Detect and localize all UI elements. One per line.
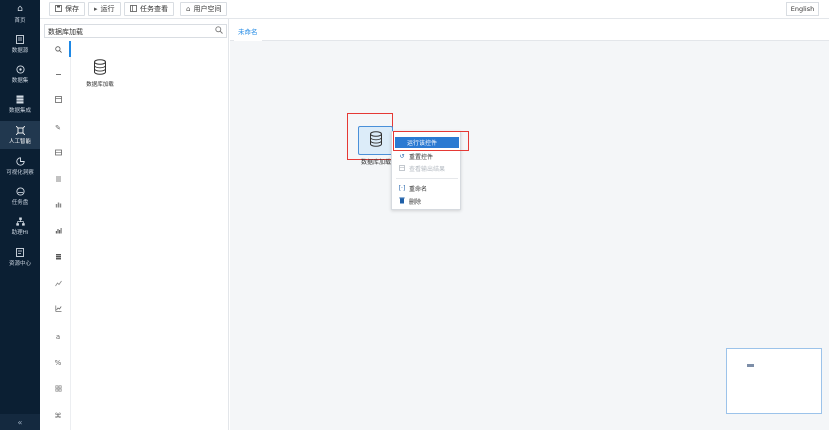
canvas-node-label: 数据库加载: [361, 159, 392, 166]
tab-untitled[interactable]: 未命名: [234, 24, 262, 41]
save-label: 保存: [65, 5, 79, 13]
category-search-icon[interactable]: [52, 46, 64, 56]
component-panel: 数据库加载 ✎ a % ⌘ 数据库加载: [40, 19, 229, 430]
main-nav-sidebar: ⌂ 首页 数据源 数据集 数据集成 人工智能 可视化洞察 任务盘 助理Hi 资源…: [0, 0, 40, 430]
nav-item-dataset[interactable]: 数据集: [0, 60, 40, 88]
tasks-view-button[interactable]: 任务查看: [124, 2, 174, 16]
menu-item-label: 重置控件: [409, 154, 434, 161]
component-database-load[interactable]: 数据库加载: [83, 59, 117, 101]
home-icon: ⌂: [17, 4, 23, 14]
category-grid-icon[interactable]: [52, 149, 64, 159]
category-percent-icon[interactable]: %: [52, 358, 64, 368]
category-histogram-icon[interactable]: [52, 227, 64, 237]
component-label: 数据库加载: [86, 82, 114, 88]
language-toggle-button[interactable]: English: [786, 2, 819, 16]
list-icon: [130, 4, 137, 14]
tasks-view-label: 任务查看: [140, 5, 168, 13]
menu-item-label: 删除: [409, 199, 422, 206]
menu-item-label: 查看输出结果: [409, 166, 446, 173]
nav-item-integration[interactable]: 数据集成: [0, 90, 40, 118]
user-space-button[interactable]: ⌂ 用户空间: [180, 2, 228, 16]
search-value: 数据库加载: [48, 28, 83, 36]
menu-item-reset-control[interactable]: ↺ 重置控件: [395, 151, 459, 162]
nav-item-assistant[interactable]: 助理Hi: [0, 212, 40, 240]
stack-icon: [14, 94, 26, 104]
nav-item-resource-center[interactable]: 资源中心: [0, 243, 40, 271]
database-icon: [369, 131, 383, 150]
category-module-icon[interactable]: [52, 385, 64, 395]
output-icon: [398, 164, 406, 173]
home-icon: ⌂: [186, 5, 191, 13]
ai-icon: [14, 125, 26, 135]
nav-item-label: 任务盘: [11, 200, 29, 206]
menu-item-delete[interactable]: 删除: [395, 196, 459, 207]
nav-item-label: 数据集成: [8, 108, 31, 114]
canvas-minimap[interactable]: [726, 348, 822, 414]
nav-item-label: 首页: [14, 18, 26, 24]
collapse-icon: «: [17, 417, 23, 427]
nav-item-visual-insight[interactable]: 可视化洞察: [0, 152, 40, 180]
chart-icon: [14, 156, 26, 166]
run-button[interactable]: ▸ 运行: [88, 2, 121, 16]
play-icon: ▸: [94, 5, 98, 13]
nav-item-datasource[interactable]: 数据源: [0, 30, 40, 58]
nav-collapse-button[interactable]: «: [0, 414, 40, 430]
save-button[interactable]: 保存: [49, 2, 85, 16]
category-table-icon[interactable]: [52, 96, 64, 106]
database-icon: [93, 59, 107, 78]
category-nodes-icon[interactable]: ⌘: [52, 411, 64, 421]
resource-icon: [14, 247, 26, 257]
menu-divider: [396, 178, 458, 179]
component-search-input[interactable]: 数据库加载: [44, 24, 227, 38]
nav-item-home[interactable]: ⌂ 首页: [0, 0, 40, 28]
nav-item-label: 资源中心: [8, 261, 31, 267]
search-icon[interactable]: [215, 26, 223, 36]
category-trend-icon[interactable]: [52, 305, 64, 315]
nav-item-label: 人工智能: [8, 139, 31, 145]
minimap-node-marker: [747, 364, 754, 367]
run-label: 运行: [100, 5, 115, 13]
menu-item-view-output: 查看输出结果: [395, 163, 459, 174]
nav-item-label: 助理Hi: [11, 230, 29, 236]
menu-item-label: 重命名: [409, 186, 428, 193]
top-toolbar: 保存 ▸ 运行 任务查看 ⌂ 用户空间 English: [40, 0, 829, 19]
canvas-node-database-load[interactable]: [358, 126, 393, 155]
nav-item-label: 数据集: [11, 78, 29, 84]
file-icon: [14, 34, 26, 44]
category-dash-icon[interactable]: [52, 71, 64, 81]
menu-item-rename[interactable]: [·] 重命名: [395, 183, 459, 194]
nav-item-label: 可视化洞察: [6, 170, 34, 176]
category-layers-icon[interactable]: [52, 253, 64, 263]
trash-icon: [398, 197, 406, 206]
dataset-icon: [14, 64, 26, 74]
category-text-icon[interactable]: a: [52, 332, 64, 342]
canvas-tab-bar: 未命名: [230, 19, 829, 41]
task-icon: [14, 186, 26, 196]
menu-highlight-box: [393, 131, 469, 151]
category-filter-icon[interactable]: [52, 175, 64, 185]
rename-icon: [·]: [398, 185, 406, 192]
active-category-indicator: [69, 41, 71, 57]
org-icon: [14, 216, 26, 226]
nav-item-ai[interactable]: 人工智能: [0, 121, 40, 149]
nav-item-task[interactable]: 任务盘: [0, 182, 40, 210]
category-column: ✎ a % ⌘: [44, 41, 71, 430]
category-bar-chart-icon[interactable]: [52, 201, 64, 211]
nav-item-label: 数据源: [11, 48, 29, 54]
save-icon: [55, 4, 62, 14]
category-edit-icon[interactable]: ✎: [52, 123, 64, 133]
user-space-label: 用户空间: [193, 5, 222, 13]
reset-icon: ↺: [399, 153, 405, 160]
category-line-chart-icon[interactable]: [52, 280, 64, 290]
